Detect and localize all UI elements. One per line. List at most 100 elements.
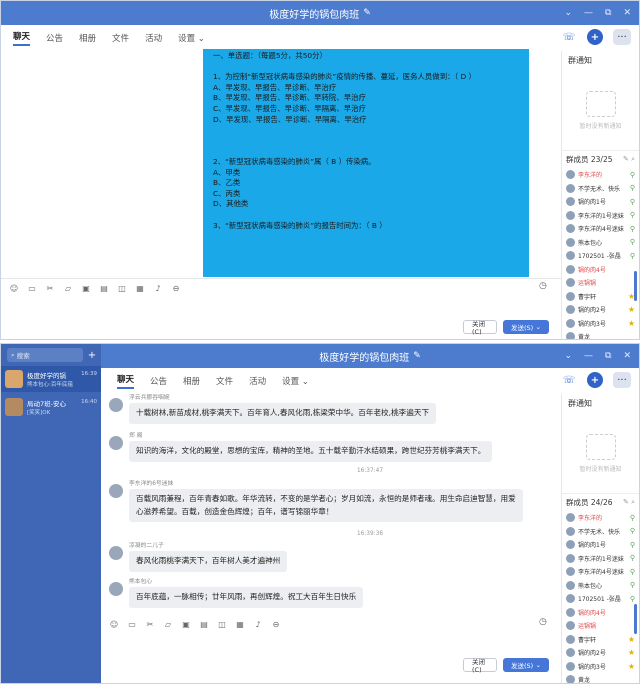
dropdown-icon[interactable]: ⌄: [564, 351, 572, 361]
scrollbar[interactable]: [634, 604, 637, 634]
member-item[interactable]: 李东洋的1号迷妹 ⚲: [562, 552, 639, 566]
member-item[interactable]: 1702501 -张晶 ⚲: [562, 249, 639, 263]
close-button[interactable]: 关闭(C): [463, 658, 497, 674]
member-item[interactable]: 运锅锅: [562, 619, 639, 633]
close-button[interactable]: 关闭(C): [463, 320, 497, 336]
document-icon[interactable]: ▦: [235, 619, 245, 629]
message-bubble[interactable]: 十载树林,新苗成材,桃李满天下。百年育人,春风化雨,栋梁荣中华。百年老校,桃李遍…: [129, 403, 437, 424]
send-button[interactable]: 发送(S) ⌄: [503, 320, 549, 334]
member-item[interactable]: 曹宇轩 ★: [562, 633, 639, 647]
scissors-icon[interactable]: ✂: [145, 619, 155, 629]
tab-settings[interactable]: 设置 ⌄: [178, 32, 205, 44]
history-icon[interactable]: ◷: [539, 281, 547, 291]
member-item[interactable]: 锅的肉1号 ⚲: [562, 538, 639, 552]
member-item[interactable]: 运锅锅: [562, 276, 639, 290]
folder-icon[interactable]: ▱: [163, 619, 173, 629]
member-item[interactable]: 熊本包心 ⚲: [562, 236, 639, 250]
member-item[interactable]: 锅的肉4号: [562, 263, 639, 277]
image-icon[interactable]: ▣: [81, 283, 91, 293]
minimize-icon[interactable]: —: [584, 8, 593, 18]
member-item[interactable]: 不学无术、快乐 ⚲: [562, 182, 639, 196]
restore-icon[interactable]: ⧉: [605, 8, 611, 18]
dropdown-icon[interactable]: ⌄: [564, 8, 572, 18]
member-item[interactable]: 李东洋的4号迷妹 ⚲: [562, 222, 639, 236]
message-bubble[interactable]: 知识的海洋，文化的殿堂，思想的宝库，精神的圣地。五十载辛勤汗水结硕果，跨世纪芬芳…: [129, 441, 493, 462]
member-item[interactable]: 李东洋的 ⚲: [562, 168, 639, 182]
folder-icon[interactable]: ▱: [63, 283, 73, 293]
phone-icon[interactable]: ☏: [561, 29, 577, 45]
tab-settings[interactable]: 设置 ⌄: [282, 375, 309, 387]
emoji-icon[interactable]: ☺: [109, 619, 119, 629]
picture-icon[interactable]: ▤: [199, 619, 209, 629]
add-icon[interactable]: +: [587, 372, 603, 388]
gift-icon[interactable]: ◫: [217, 619, 227, 629]
message-bubble[interactable]: 百年底蕴，一脉相传；廿年风雨，再创辉煌。祝工大百年生日快乐: [129, 587, 364, 608]
gift-icon[interactable]: ◫: [117, 283, 127, 293]
tab-files[interactable]: 文件: [112, 32, 129, 44]
scrollbar[interactable]: [634, 271, 637, 301]
member-tools-icon[interactable]: ✎ ⌕: [623, 155, 635, 164]
more-options-icon[interactable]: ⊖: [271, 619, 281, 629]
add-icon[interactable]: +: [587, 29, 603, 45]
picture-icon[interactable]: ▤: [99, 283, 109, 293]
tab-chat[interactable]: 聊天: [13, 30, 31, 46]
edit-icon[interactable]: ✎: [363, 8, 371, 18]
tab-album[interactable]: 相册: [183, 375, 200, 387]
image-icon[interactable]: ▣: [181, 619, 191, 629]
member-item[interactable]: 黄龙: [562, 673, 639, 683]
restore-icon[interactable]: ⧉: [605, 351, 611, 361]
document-icon[interactable]: ▦: [135, 283, 145, 293]
more-options-icon[interactable]: ⊖: [171, 283, 181, 293]
bell-icon[interactable]: ♪: [153, 283, 163, 293]
edit-icon[interactable]: ✎: [413, 351, 421, 361]
scissors-icon[interactable]: ✂: [45, 283, 55, 293]
member-item[interactable]: 熊本包心 ⚲: [562, 579, 639, 593]
close-icon[interactable]: ✕: [623, 351, 631, 361]
member-tools-icon[interactable]: ✎ ⌕: [623, 498, 635, 507]
message-bubble[interactable]: 百载风雨兼程，百年青春如歌。年华流转，不变的是学者心；岁月如流，永恒的是师者魂。…: [129, 489, 523, 522]
add-conversation-icon[interactable]: +: [87, 348, 97, 362]
tab-activity[interactable]: 活动: [145, 32, 162, 44]
quiz-text-selection[interactable]: 一、单选题：（每题5分，共50分） 1、为控制“新型冠状病毒感染的肺炎”疫情的传…: [203, 49, 529, 277]
history-icon[interactable]: ◷: [539, 617, 547, 627]
message-bubble[interactable]: 春风化雨桃李满天下，百年树人美才遍神州: [129, 551, 288, 572]
member-item[interactable]: 锅的肉2号 ★: [562, 303, 639, 317]
tab-announcement[interactable]: 公告: [150, 375, 167, 387]
member-item[interactable]: 李东洋的 ⚲: [562, 511, 639, 525]
phone-icon[interactable]: ☏: [561, 372, 577, 388]
avatar: [566, 634, 575, 644]
member-item[interactable]: 黄龙: [562, 330, 639, 339]
member-item[interactable]: 不学无术、快乐 ⚲: [562, 525, 639, 539]
send-button[interactable]: 发送(S) ⌄: [503, 658, 549, 672]
gif-icon[interactable]: ▭: [27, 283, 37, 293]
member-item[interactable]: 锅的肉3号 ★: [562, 660, 639, 674]
minimize-icon[interactable]: —: [584, 351, 593, 361]
gif-icon[interactable]: ▭: [127, 619, 137, 629]
more-icon[interactable]: ···: [613, 29, 631, 45]
close-icon[interactable]: ✕: [623, 8, 631, 18]
member-item[interactable]: 锅的肉2号 ★: [562, 646, 639, 660]
bell-icon[interactable]: ♪: [253, 619, 263, 629]
tab-chat[interactable]: 聊天: [117, 373, 135, 389]
conversation-item-active[interactable]: 极度好学的锅 熊本包心:百年底蕴 16:39: [1, 366, 101, 392]
tab-announcement[interactable]: 公告: [46, 32, 63, 44]
member-badge-icon: ⚲: [629, 197, 635, 206]
member-item[interactable]: 锅的肉3号 ★: [562, 317, 639, 331]
member-item[interactable]: 李东洋的1号迷妹 ⚲: [562, 209, 639, 223]
tab-activity[interactable]: 活动: [249, 375, 266, 387]
tab-album[interactable]: 相册: [79, 32, 96, 44]
search-input[interactable]: ⌕ 搜索: [7, 348, 83, 362]
avatar: [566, 594, 575, 604]
member-item[interactable]: 李东洋的4号迷妹 ⚲: [562, 565, 639, 579]
send-dropdown-icon[interactable]: ⌄: [536, 661, 541, 669]
member-item[interactable]: 1702501 -张晶 ⚲: [562, 592, 639, 606]
more-icon[interactable]: ···: [613, 372, 631, 388]
emoji-icon[interactable]: ☺: [9, 283, 19, 293]
member-item[interactable]: 锅的肉1号 ⚲: [562, 195, 639, 209]
conversation-name: 局动7班-安心: [27, 400, 66, 408]
conversation-item[interactable]: 局动7班-安心 [笑笑]OK 16:40: [1, 394, 101, 420]
tab-files[interactable]: 文件: [216, 375, 233, 387]
send-dropdown-icon[interactable]: ⌄: [536, 323, 541, 331]
member-item[interactable]: 曹宇轩 ★: [562, 290, 639, 304]
member-item[interactable]: 锅的肉4号: [562, 606, 639, 620]
